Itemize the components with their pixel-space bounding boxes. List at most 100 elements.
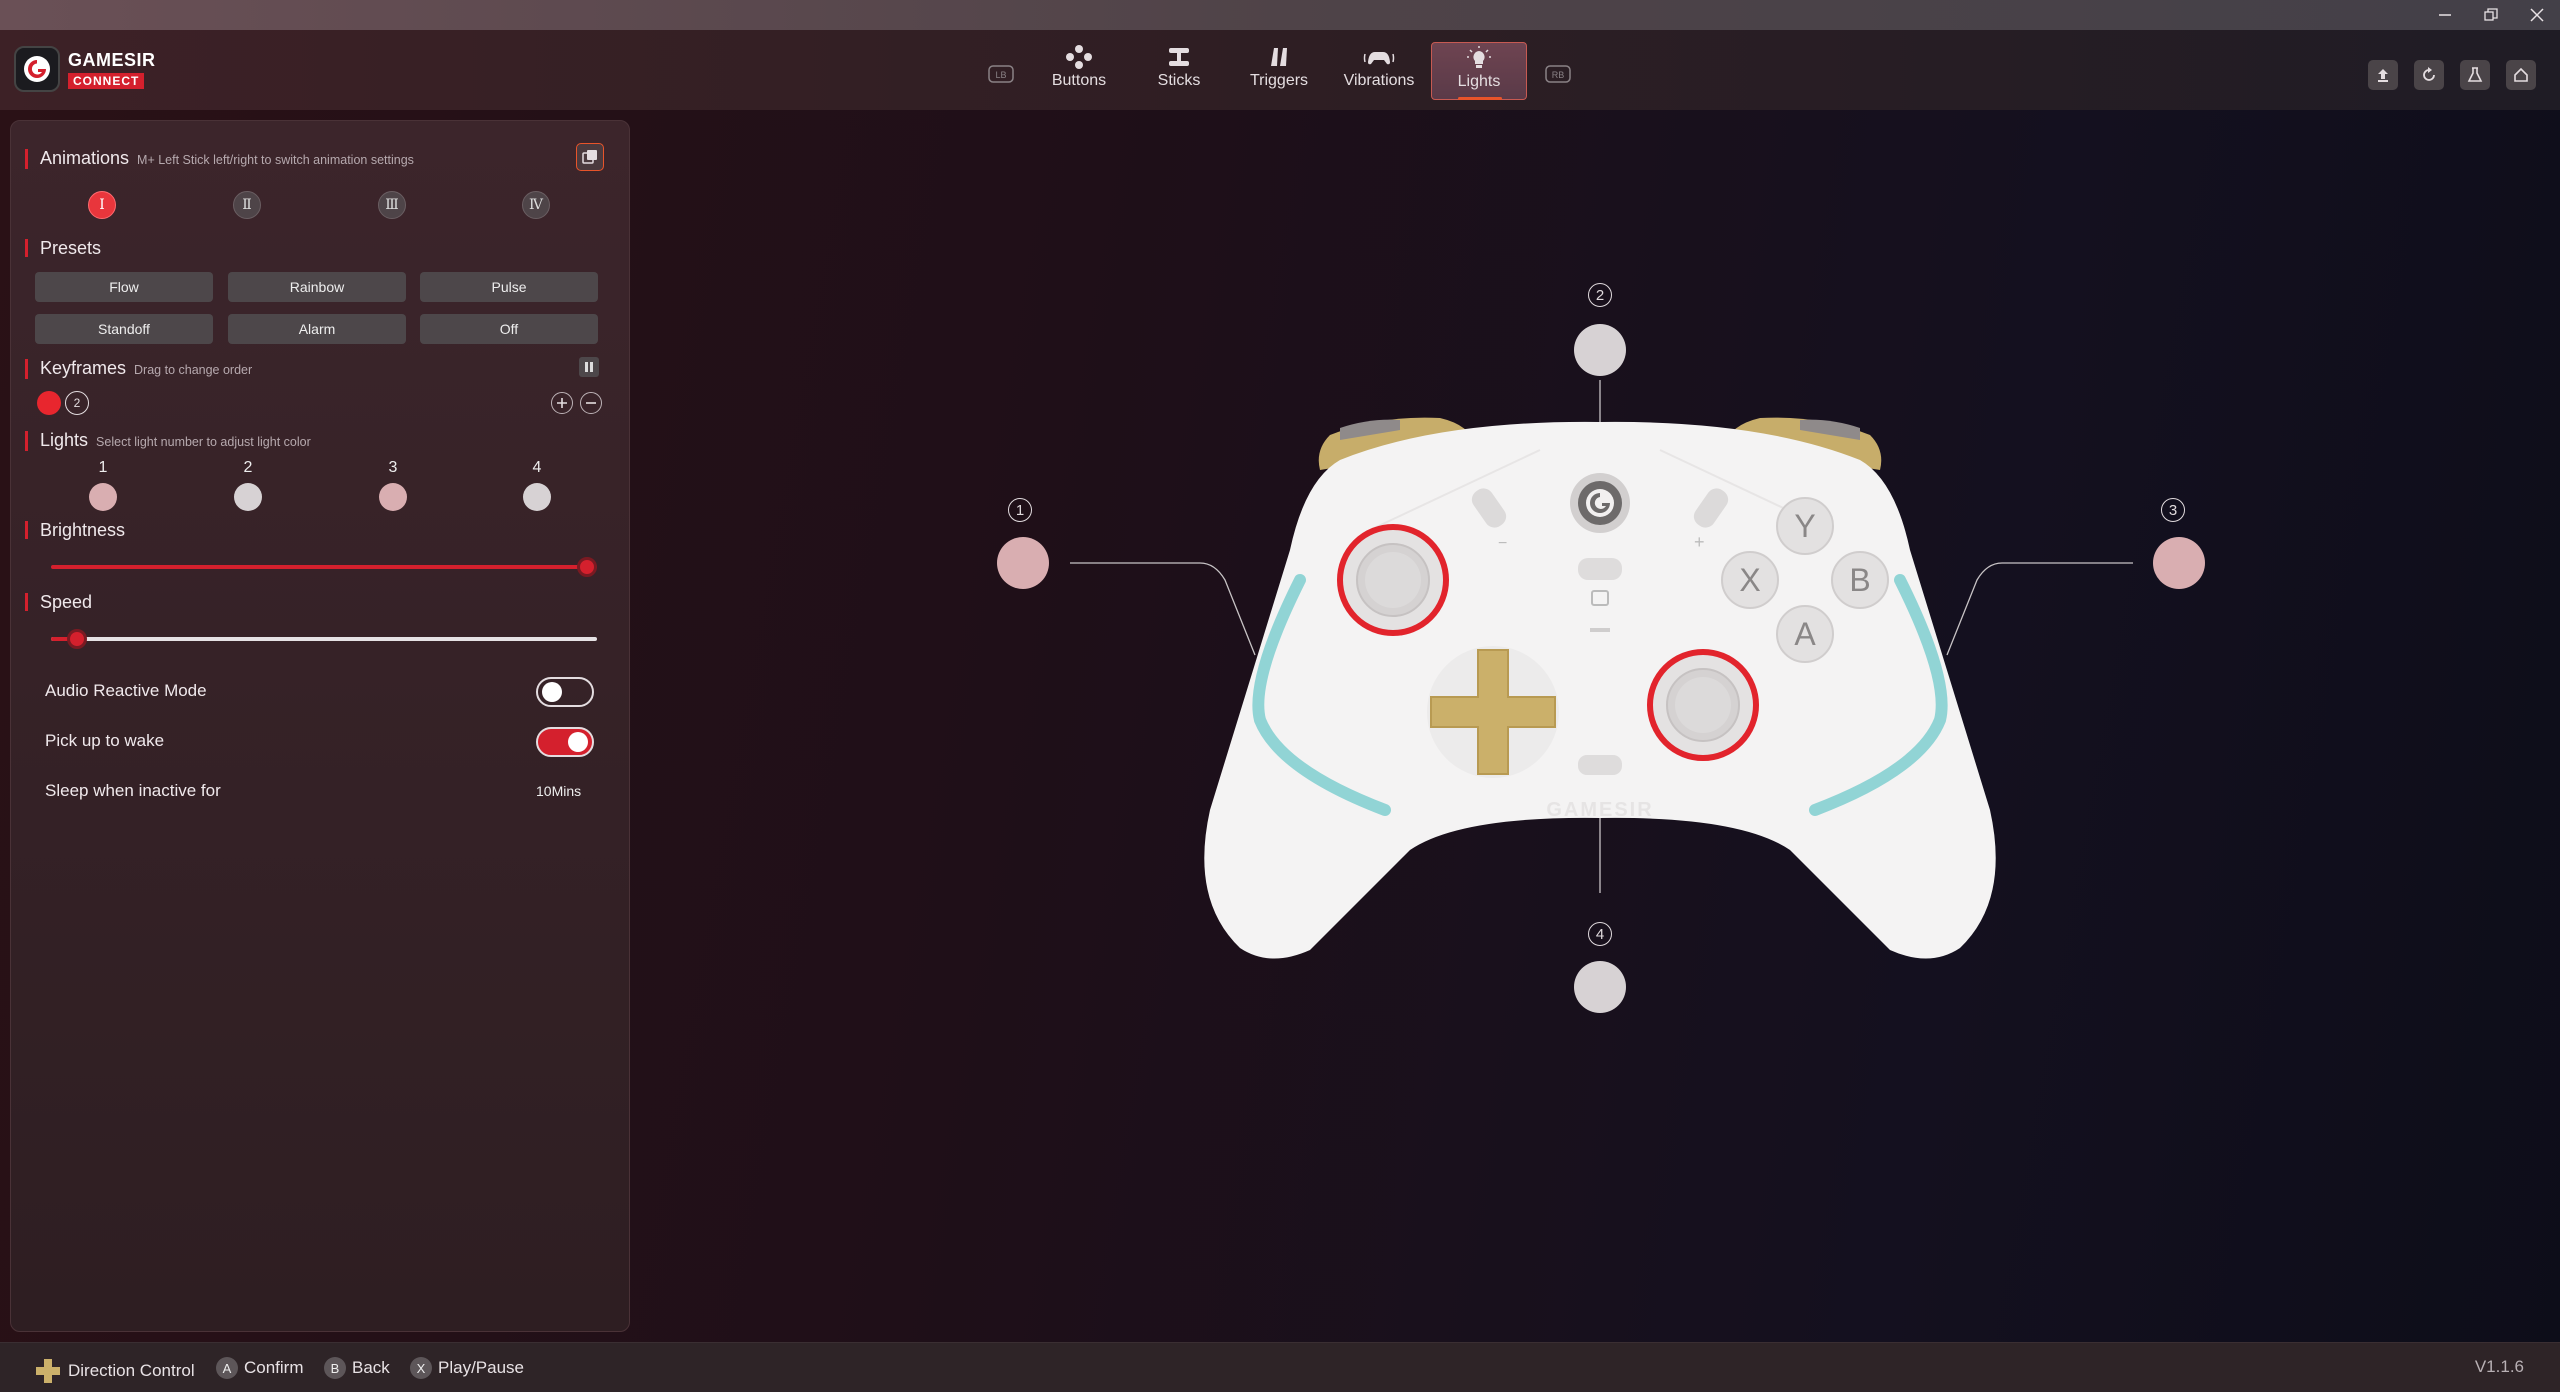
tab-vibrations-label: Vibrations bbox=[1343, 72, 1415, 89]
controller-brand: GAMESIR bbox=[1546, 799, 1653, 821]
face-button-x: X bbox=[1739, 562, 1760, 598]
home-icon[interactable] bbox=[2506, 60, 2536, 90]
preset-flow-button[interactable]: Flow bbox=[35, 272, 213, 302]
hint-direction-label: Direction Control bbox=[68, 1361, 195, 1380]
lb-label: LB bbox=[995, 70, 1006, 80]
speed-slider-thumb[interactable] bbox=[67, 629, 87, 649]
face-button-b: B bbox=[1849, 562, 1870, 598]
add-keyframe-icon[interactable] bbox=[551, 392, 573, 414]
brand-subtitle: CONNECT bbox=[68, 73, 145, 89]
keyframe-2[interactable]: 2 bbox=[65, 391, 89, 415]
lights-hint: Select light number to adjust light colo… bbox=[96, 435, 311, 449]
preset-pulse-button[interactable]: Pulse bbox=[420, 272, 598, 302]
rb-label: RB bbox=[1552, 70, 1565, 80]
animations-section-title: Animations M+ Left Stick left/right to sw… bbox=[25, 149, 414, 169]
animation-slot-3[interactable]: Ⅲ bbox=[378, 191, 406, 219]
pick-up-wake-toggle[interactable] bbox=[536, 727, 594, 757]
tab-lights[interactable]: Lights bbox=[1431, 42, 1527, 100]
close-icon[interactable] bbox=[2514, 0, 2560, 30]
audio-reactive-label: Audio Reactive Mode bbox=[45, 681, 207, 700]
pause-icon[interactable] bbox=[579, 357, 599, 377]
light-marker-3[interactable] bbox=[2153, 537, 2205, 589]
lb-bumper-icon[interactable]: LB bbox=[988, 64, 1014, 84]
brightness-slider-track[interactable] bbox=[51, 565, 597, 569]
keyframes-title: Keyframes bbox=[40, 358, 127, 378]
light-color-3[interactable] bbox=[379, 483, 407, 511]
tab-sticks-label: Sticks bbox=[1157, 72, 1201, 89]
tab-lights-label: Lights bbox=[1457, 73, 1501, 90]
light-color-4[interactable] bbox=[523, 483, 551, 511]
audio-reactive-toggle[interactable] bbox=[536, 677, 594, 707]
controller-preview: − + Y X B A GAMESIR 1 2 3 4 bbox=[640, 110, 2560, 1340]
restore-icon[interactable] bbox=[2468, 0, 2514, 30]
hint-direction-control: Direction Control bbox=[34, 1357, 195, 1385]
copy-animation-icon[interactable] bbox=[576, 143, 604, 171]
marker-number-4: 4 bbox=[1588, 922, 1612, 946]
reset-icon[interactable] bbox=[2414, 60, 2444, 90]
preset-off-button[interactable]: Off bbox=[420, 314, 598, 344]
preset-standoff-button[interactable]: Standoff bbox=[35, 314, 213, 344]
light-number-1: 1 bbox=[98, 459, 108, 476]
tab-triggers[interactable]: Triggers bbox=[1231, 42, 1327, 100]
light-marker-1[interactable] bbox=[997, 537, 1049, 589]
light-number-3: 3 bbox=[388, 459, 398, 476]
animation-slot-2[interactable]: Ⅱ bbox=[233, 191, 261, 219]
brightness-slider-thumb[interactable] bbox=[577, 557, 597, 577]
preset-alarm-button[interactable]: Alarm bbox=[228, 314, 406, 344]
light-color-2[interactable] bbox=[234, 483, 262, 511]
keyframe-1[interactable]: 1 bbox=[37, 391, 61, 415]
lab-icon[interactable] bbox=[2460, 60, 2490, 90]
light-color-1[interactable] bbox=[89, 483, 117, 511]
remove-keyframe-icon[interactable] bbox=[580, 392, 602, 414]
brightness-section-title: Brightness bbox=[25, 521, 125, 539]
tab-buttons[interactable]: Buttons bbox=[1031, 42, 1127, 100]
gamesir-logo: GAMESIR CONNECT bbox=[14, 46, 164, 94]
b-button-icon: B bbox=[324, 1357, 346, 1379]
gamesir-logo-icon bbox=[14, 46, 60, 92]
preset-rainbow-button[interactable]: Rainbow bbox=[228, 272, 406, 302]
sleep-inactive-value[interactable]: 10Mins bbox=[536, 783, 581, 799]
keyframes-section-title: Keyframes Drag to change order bbox=[25, 359, 252, 379]
animation-slot-4[interactable]: Ⅳ bbox=[522, 191, 550, 219]
app-header: GAMESIR CONNECT LB Buttons Sticks Trigge… bbox=[0, 30, 2560, 110]
sticks-icon bbox=[1165, 42, 1193, 72]
vibrations-icon bbox=[1363, 42, 1395, 72]
lights-title: Lights bbox=[40, 430, 89, 450]
hint-confirm-label: Confirm bbox=[244, 1358, 304, 1377]
svg-text:−: − bbox=[1498, 535, 1507, 552]
hint-play-pause-label: Play/Pause bbox=[438, 1358, 524, 1377]
hint-play-pause: X Play/Pause bbox=[410, 1357, 524, 1379]
lights-settings-panel: Animations M+ Left Stick left/right to sw… bbox=[10, 120, 630, 1332]
lights-icon bbox=[1465, 43, 1493, 73]
face-button-a: A bbox=[1794, 616, 1816, 652]
speed-section-title: Speed bbox=[25, 593, 92, 611]
buttons-icon bbox=[1065, 42, 1093, 72]
face-button-y: Y bbox=[1794, 508, 1815, 544]
dpad-icon bbox=[36, 1359, 60, 1383]
lights-section-title: Lights Select light number to adjust ligh… bbox=[25, 431, 311, 451]
presets-section-title: Presets bbox=[25, 239, 101, 257]
x-button-icon: X bbox=[410, 1357, 432, 1379]
app-version: V1.1.6 bbox=[2474, 1357, 2524, 1376]
tab-sticks[interactable]: Sticks bbox=[1131, 42, 1227, 100]
light-number-2: 2 bbox=[243, 459, 253, 476]
hint-back: B Back bbox=[324, 1357, 390, 1379]
tab-vibrations[interactable]: Vibrations bbox=[1331, 42, 1427, 100]
rb-bumper-icon[interactable]: RB bbox=[1545, 64, 1571, 84]
upload-icon[interactable] bbox=[2368, 60, 2398, 90]
a-button-icon: A bbox=[216, 1357, 238, 1379]
animations-title: Animations bbox=[40, 148, 130, 168]
speed-slider-track[interactable] bbox=[51, 637, 597, 641]
marker-number-3: 3 bbox=[2161, 498, 2185, 522]
minimize-icon[interactable] bbox=[2422, 0, 2468, 30]
animations-hint: M+ Left Stick left/right to switch anima… bbox=[137, 153, 414, 167]
marker-number-1: 1 bbox=[1008, 498, 1032, 522]
light-marker-4[interactable] bbox=[1574, 961, 1626, 1013]
svg-text:+: + bbox=[1694, 532, 1705, 552]
pick-up-wake-label: Pick up to wake bbox=[45, 731, 165, 750]
brand-title: GAMESIR bbox=[68, 50, 156, 70]
light-marker-2[interactable] bbox=[1574, 324, 1626, 376]
keyframes-hint: Drag to change order bbox=[134, 363, 253, 377]
light-number-4: 4 bbox=[532, 459, 542, 476]
animation-slot-1[interactable]: Ⅰ bbox=[88, 191, 116, 219]
